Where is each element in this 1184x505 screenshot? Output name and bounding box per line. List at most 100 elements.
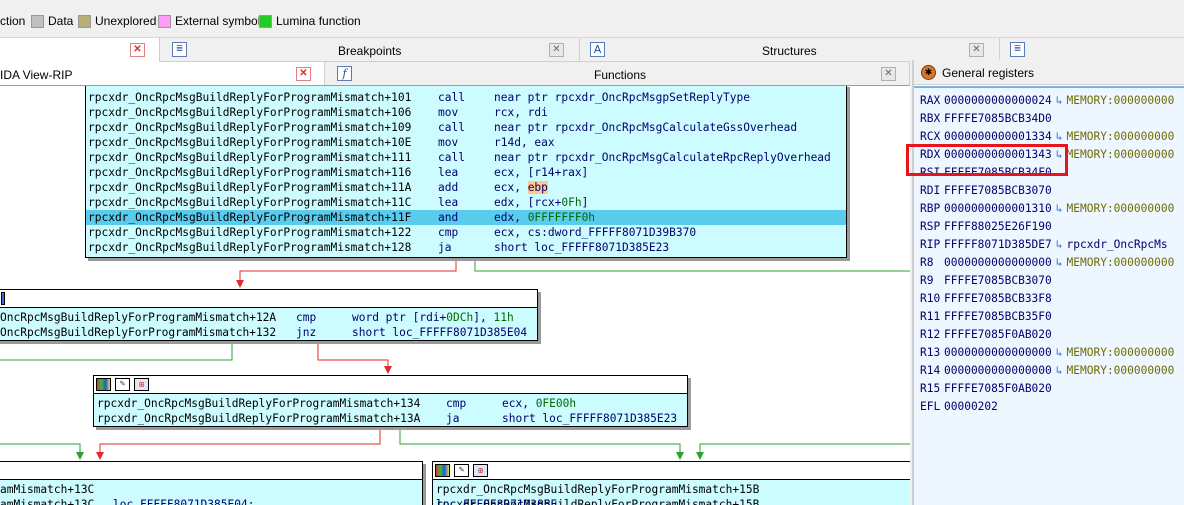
node-header [0, 462, 422, 480]
jump-arrow-icon[interactable]: ↳ [1056, 346, 1063, 359]
register-reference[interactable]: MEMORY:000000000 [1067, 346, 1175, 359]
jump-arrow-icon[interactable]: ↳ [1056, 202, 1063, 215]
close-icon[interactable]: ✕ [969, 43, 984, 57]
register-row[interactable]: RIP FFFFF8071D385DE7 ↳ rpcxdr_OncRpcMs [920, 236, 1168, 254]
instruction-row[interactable]: rpcxdr_OncRpcMsgBuildReplyForProgramMism… [86, 150, 846, 165]
instruction-row[interactable]: OncRpcMsgBuildReplyForProgramMismatch+12… [0, 310, 537, 325]
instruction-operands: near ptr rpcxdr_OncRpcMsgCalculateRpcRep… [494, 151, 831, 164]
instruction-row[interactable]: amMismatch+13C [0, 482, 422, 497]
register-value[interactable]: 0000000000000024 [944, 94, 1052, 107]
register-value[interactable]: 0000000000000000 [944, 364, 1052, 377]
graph-node-main[interactable]: rpcxdr_OncRpcMsgBuildReplyForProgramMism… [85, 86, 847, 258]
tab-label: IDA View-RIP [0, 68, 73, 82]
register-reference[interactable]: MEMORY:000000000 [1067, 202, 1175, 215]
register-reference[interactable]: rpcxdr_OncRpcMs [1067, 238, 1168, 251]
instruction-row[interactable]: rpcxdr_OncRpcMsgBuildReplyForProgramMism… [86, 165, 846, 180]
register-row[interactable]: RBX FFFFE7085BCB34D0 [920, 110, 1052, 128]
register-value[interactable]: FFFFE7085BCB3070 [944, 274, 1052, 287]
register-value[interactable]: 00000202 [944, 400, 998, 413]
register-row[interactable]: RBP 0000000000001310 ↳ MEMORY:000000000 [920, 200, 1174, 218]
register-name: R8 [920, 256, 934, 269]
graph-node-d[interactable]: amMismatch+13C amMismatch+13C loc_FFFFF807… [0, 461, 423, 505]
register-name: RBP [920, 202, 941, 215]
register-value[interactable]: 0000000000001334 [944, 130, 1052, 143]
register-row[interactable]: R10 FFFFE7085BCB33F8 [920, 290, 1052, 308]
register-value[interactable]: FFFFE7085F0AB020 [944, 328, 1052, 341]
register-row[interactable]: R13 0000000000000000 ↳ MEMORY:000000000 [920, 344, 1174, 362]
register-row[interactable]: R9 FFFFE7085BCB3070 [920, 272, 1052, 290]
register-reference[interactable]: MEMORY:000000000 [1067, 148, 1175, 161]
register-value[interactable]: 0000000000000000 [944, 256, 1052, 269]
tab-blank[interactable]: ✕ [0, 38, 160, 62]
register-value[interactable]: FFFF88025E26F190 [944, 220, 1052, 233]
instruction-row[interactable]: rpcxdr_OncRpcMsgBuildReplyForProgramMism… [86, 195, 846, 210]
close-icon[interactable]: ✕ [130, 43, 145, 57]
register-row[interactable]: R11 FFFFE7085BCB35F0 [920, 308, 1052, 326]
register-reference[interactable]: MEMORY:000000000 [1067, 256, 1175, 269]
instruction-row[interactable]: rpcxdr_OncRpcMsgBuildReplyForProgramMism… [86, 180, 846, 195]
register-value[interactable]: FFFFE7085BCB35F0 [944, 310, 1052, 323]
group-icon[interactable]: ⊞ [473, 464, 488, 477]
register-reference[interactable]: MEMORY:000000000 [1067, 130, 1175, 143]
register-value[interactable]: FFFFE7085BCB34D0 [944, 112, 1052, 125]
register-reference[interactable]: MEMORY:000000000 [1067, 94, 1175, 107]
instruction-row[interactable]: rpcxdr_OncRpcMsgBuildReplyForProgramMism… [86, 135, 846, 150]
instruction-row[interactable]: rpcxdr_OncRpcMsgBuildReplyForProgramMism… [433, 497, 910, 505]
instruction-row[interactable]: OncRpcMsgBuildReplyForProgramMismatch+13… [0, 325, 537, 340]
jump-arrow-icon[interactable]: ↳ [1056, 364, 1063, 377]
register-row[interactable]: EFL 00000202 [920, 398, 998, 416]
graph-node-b[interactable]: OncRpcMsgBuildReplyForProgramMismatch+12… [0, 289, 538, 341]
instruction-row[interactable]: rpcxdr_OncRpcMsgBuildReplyForProgramMism… [86, 225, 846, 240]
register-name: RDI [920, 184, 941, 197]
graph-view[interactable]: rpcxdr_OncRpcMsgBuildReplyForProgramMism… [0, 85, 910, 505]
register-row[interactable]: R8 0000000000000000 ↳ MEMORY:000000000 [920, 254, 1174, 272]
close-icon[interactable]: ✕ [549, 43, 564, 57]
register-reference[interactable]: MEMORY:000000000 [1067, 364, 1175, 377]
tab-breakpoints[interactable]: ≣ Breakpoints ✕ [160, 38, 580, 62]
register-value[interactable]: FFFFE7085BCB3070 [944, 184, 1052, 197]
tab-structures[interactable]: A Structures ✕ [580, 38, 1000, 62]
register-row[interactable]: RSP FFFF88025E26F190 [920, 218, 1052, 236]
instruction-row[interactable]: rpcxdr_OncRpcMsgBuildReplyForProgramMism… [94, 396, 687, 411]
instruction-row[interactable]: rpcxdr_OncRpcMsgBuildReplyForProgramMism… [86, 240, 846, 255]
instruction-row[interactable]: rpcxdr_OncRpcMsgBuildReplyForProgramMism… [86, 90, 846, 105]
tab-functions[interactable]: f Functions ✕ [325, 62, 910, 86]
jump-arrow-icon[interactable]: ↳ [1056, 256, 1063, 269]
register-row[interactable]: RDI FFFFE7085BCB3070 [920, 182, 1052, 200]
jump-arrow-icon[interactable]: ↳ [1056, 130, 1063, 143]
graph-node-c[interactable]: ✎ ⊞ rpcxdr_OncRpcMsgBuildReplyForProgram… [93, 375, 688, 427]
instruction-row[interactable]: rpcxdr_OncRpcMsgBuildReplyForProgramMism… [86, 120, 846, 135]
instruction-mnemonic: lea [438, 166, 459, 179]
instruction-address: rpcxdr_OncRpcMsgBuildReplyForProgramMism… [88, 121, 412, 134]
group-icon[interactable]: ⊞ [134, 378, 149, 391]
node-color-icon[interactable] [435, 464, 450, 477]
node-color-icon[interactable] [1, 292, 5, 305]
close-icon[interactable]: ✕ [881, 67, 896, 81]
instruction-operands: edx, 0FFFFFFF0h [494, 211, 596, 224]
register-value[interactable]: 0000000000000000 [944, 346, 1052, 359]
jump-arrow-icon[interactable]: ↳ [1056, 94, 1063, 107]
register-value[interactable]: FFFFE7085BCB33F8 [944, 292, 1052, 305]
close-icon[interactable]: ✕ [296, 67, 311, 81]
instruction-row[interactable]: rpcxdr_OncRpcMsgBuildReplyForProgramMism… [86, 105, 846, 120]
register-row[interactable]: RAX 0000000000000024 ↳ MEMORY:000000000 [920, 92, 1174, 110]
register-value[interactable]: FFFFF8071D385DE7 [944, 238, 1052, 251]
register-row[interactable]: R14 0000000000000000 ↳ MEMORY:000000000 [920, 362, 1174, 380]
instruction-row[interactable]: rpcxdr_OncRpcMsgBuildReplyForProgramMism… [86, 210, 846, 225]
tab-ida-view[interactable]: IDA View-RIP ✕ [0, 62, 325, 86]
instruction-row[interactable]: rpcxdr_OncRpcMsgBuildReplyForProgramMism… [433, 482, 910, 497]
rename-icon[interactable]: ✎ [454, 464, 469, 477]
instruction-operands: short loc_FFFFF8071D385E23 [494, 241, 670, 254]
instruction-row[interactable]: amMismatch+13C loc_FFFFF8071D385E04: [0, 497, 422, 505]
list-icon[interactable]: ≣ [1010, 42, 1025, 57]
register-row[interactable]: R15 FFFFE7085F0AB020 [920, 380, 1052, 398]
jump-arrow-icon[interactable]: ↳ [1056, 238, 1063, 251]
graph-node-e[interactable]: ✎ ⊞ rpcxdr_OncRpcMsgBuildReplyForProgram… [432, 461, 910, 505]
instruction-row[interactable]: rpcxdr_OncRpcMsgBuildReplyForProgramMism… [94, 411, 687, 426]
register-row[interactable]: R12 FFFFE7085F0AB020 [920, 326, 1052, 344]
node-color-icon[interactable] [96, 378, 111, 391]
register-value[interactable]: 0000000000001310 [944, 202, 1052, 215]
register-value[interactable]: FFFFE7085F0AB020 [944, 382, 1052, 395]
rename-icon[interactable]: ✎ [115, 378, 130, 391]
node-instructions: amMismatch+13C amMismatch+13C loc_FFFFF807… [0, 480, 422, 505]
